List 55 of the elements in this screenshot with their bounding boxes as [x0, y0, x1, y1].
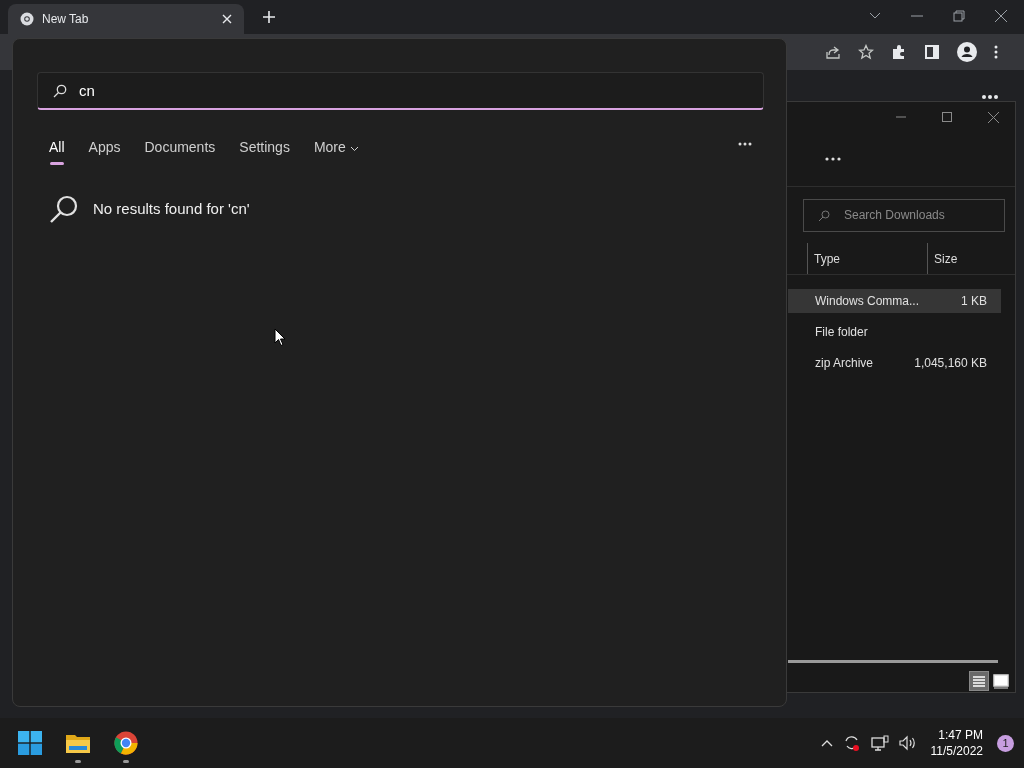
- filter-tab[interactable]: Apps: [88, 135, 121, 165]
- network-icon[interactable]: [870, 735, 889, 751]
- more-icon[interactable]: [825, 157, 841, 161]
- clock[interactable]: 1:47 PM 11/5/2022: [926, 727, 987, 759]
- chevron-down-icon[interactable]: [869, 12, 881, 20]
- chrome-icon: [20, 12, 34, 26]
- search-icon: [49, 194, 79, 224]
- side-panel-icon[interactable]: [924, 44, 940, 60]
- profile-icon[interactable]: [957, 42, 977, 62]
- file-row[interactable]: zip Archive 1,045,160 KB: [788, 351, 1001, 375]
- close-icon[interactable]: [995, 10, 1007, 22]
- folder-icon: [65, 732, 91, 754]
- file-row[interactable]: Windows Comma... 1 KB: [788, 289, 1001, 313]
- windows-logo-icon: [18, 731, 42, 755]
- new-tab-icon[interactable]: [263, 11, 275, 23]
- maximize-icon[interactable]: [942, 112, 952, 122]
- apps-grid-icon[interactable]: [982, 94, 998, 100]
- star-icon[interactable]: [858, 44, 874, 60]
- filter-tab[interactable]: More: [313, 135, 359, 165]
- search-field[interactable]: cn: [37, 72, 764, 110]
- list-icon: [972, 675, 986, 687]
- clock-date: 11/5/2022: [930, 743, 983, 759]
- filter-tab[interactable]: Documents: [144, 135, 216, 165]
- file-size: 1 KB: [961, 293, 987, 310]
- filter-tab[interactable]: Settings: [239, 135, 290, 165]
- close-icon[interactable]: [988, 111, 999, 123]
- chrome-icon: [114, 731, 138, 755]
- column-header[interactable]: Size: [927, 243, 1005, 274]
- search-field[interactable]: Search Downloads: [803, 198, 1005, 232]
- browser-tab[interactable]: New Tab: [8, 4, 244, 34]
- search-icon: [818, 209, 830, 222]
- file-size: 1,045,160 KB: [914, 355, 987, 372]
- file-type: File folder: [815, 324, 868, 341]
- menu-icon[interactable]: [994, 45, 998, 59]
- file-row[interactable]: File folder: [788, 320, 1001, 344]
- share-icon[interactable]: [825, 44, 841, 60]
- mouse-cursor-icon: [274, 328, 286, 347]
- more-icon[interactable]: [738, 142, 752, 146]
- chevron-up-icon[interactable]: [820, 739, 833, 747]
- restore-icon[interactable]: [953, 10, 965, 22]
- no-results-message: No results found for 'cn': [93, 198, 250, 219]
- puzzle-icon[interactable]: [891, 44, 907, 60]
- clock-time: 1:47 PM: [938, 727, 983, 743]
- file-type: zip Archive: [815, 355, 874, 372]
- window-icon: [993, 673, 1009, 689]
- search-icon: [53, 84, 67, 98]
- file-type: Windows Comma...: [815, 293, 920, 310]
- tiles-view-button[interactable]: [991, 671, 1011, 691]
- tab-title: New Tab: [42, 11, 90, 28]
- details-view-button[interactable]: [969, 671, 989, 691]
- column-header[interactable]: Type: [807, 243, 927, 274]
- notification-badge[interactable]: 1: [997, 734, 1014, 752]
- filter-tab[interactable]: All: [49, 135, 65, 165]
- speaker-icon[interactable]: [898, 735, 917, 751]
- scrollbar[interactable]: [788, 660, 998, 663]
